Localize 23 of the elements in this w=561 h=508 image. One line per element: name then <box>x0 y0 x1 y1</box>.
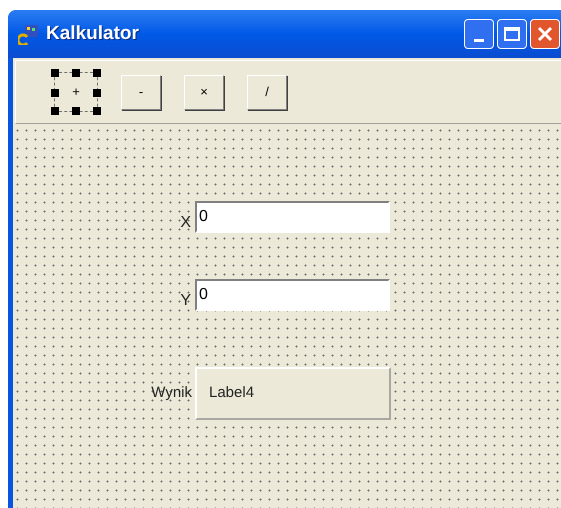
operator-button[interactable]: × <box>184 74 224 110</box>
app-icon <box>18 23 40 45</box>
input-field[interactable]: 0 <box>195 201 390 233</box>
selection-handle[interactable] <box>93 69 101 77</box>
selection-handle[interactable] <box>51 89 59 97</box>
minimize-button[interactable] <box>464 19 494 49</box>
selection-handle[interactable] <box>93 107 101 115</box>
close-icon[interactable] <box>537 26 553 42</box>
result-value: Label4 <box>209 383 254 404</box>
maximize-button[interactable] <box>497 19 527 49</box>
selection-handle[interactable] <box>72 69 80 77</box>
window-title: Kalkulator <box>46 22 139 46</box>
selection-handle[interactable] <box>72 107 80 115</box>
selection-handle[interactable] <box>51 107 59 115</box>
selection-handle[interactable] <box>93 89 101 97</box>
field-label: Y <box>179 291 192 311</box>
result-label: Wynik <box>150 383 193 404</box>
operator-button[interactable]: / <box>247 74 287 110</box>
input-field[interactable]: 0 <box>195 279 390 311</box>
close-button[interactable] <box>530 19 560 49</box>
field-label: X <box>179 213 192 233</box>
selection-handle[interactable] <box>51 69 59 77</box>
operator-button[interactable]: - <box>121 74 161 110</box>
